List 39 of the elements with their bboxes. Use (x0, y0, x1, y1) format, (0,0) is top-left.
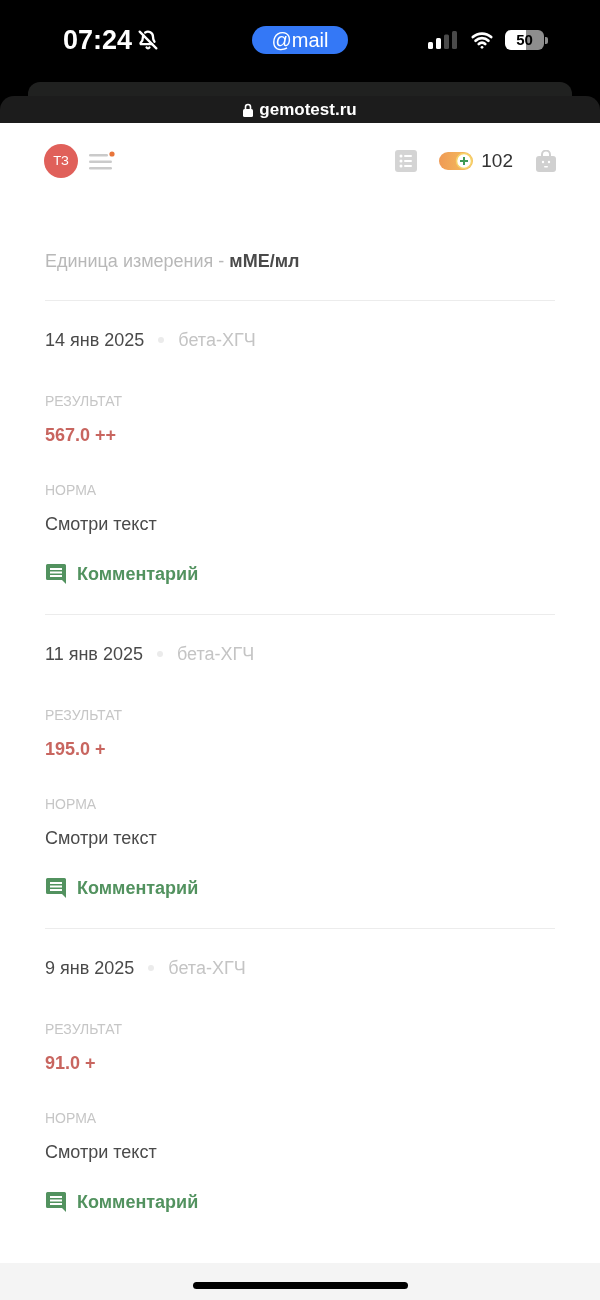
norm-value: Смотри текст (45, 513, 157, 536)
menu-icon[interactable] (89, 151, 115, 171)
chat-bubble-icon (45, 877, 67, 899)
user-avatar[interactable]: ТЗ (44, 144, 78, 178)
comment-link[interactable]: Комментарий (45, 1190, 199, 1214)
status-time: 07:24 (63, 26, 133, 54)
domain-text: gemotest.ru (259, 101, 357, 119)
chat-bubble-icon (45, 1191, 67, 1213)
result-date: 9 янв 2025 (45, 957, 135, 980)
test-name: бета-ХГЧ (178, 329, 256, 352)
bonus-toggle-icon (439, 152, 474, 170)
list-icon[interactable] (395, 150, 418, 172)
app-pill[interactable]: @mail (252, 26, 348, 54)
address-bar[interactable]: gemotest.ru (0, 96, 600, 123)
norm-value: Смотри текст (45, 1141, 157, 1164)
bonus-points: 102 (481, 149, 513, 173)
norm-label: НОРМА (45, 481, 97, 499)
unit-of-measure: Единица измерения - мМЕ/мл (45, 250, 300, 273)
result-value: 567.0 ++ (45, 424, 117, 447)
chat-bubble-icon (45, 563, 67, 585)
result-value: 91.0 + (45, 1052, 96, 1075)
result-date: 14 янв 2025 (45, 329, 145, 352)
wifi-icon (469, 29, 495, 51)
test-name: бета-ХГЧ (177, 643, 255, 666)
bonus-counter[interactable]: 102 (439, 149, 513, 173)
result-label: РЕЗУЛЬТАТ (45, 1020, 122, 1038)
result-label: РЕЗУЛЬТАТ (45, 706, 122, 724)
norm-value: Смотри текст (45, 827, 157, 850)
shopping-bag-icon[interactable] (536, 150, 556, 172)
norm-label: НОРМА (45, 1109, 97, 1127)
result-date: 11 янв 2025 (45, 643, 143, 666)
signal-icon (428, 31, 459, 49)
comment-link[interactable]: Комментарий (45, 876, 199, 900)
battery-level: 50 (505, 30, 544, 50)
test-name: бета-ХГЧ (168, 957, 246, 980)
result-label: РЕЗУЛЬТАТ (45, 392, 122, 410)
comment-link[interactable]: Комментарий (45, 562, 199, 586)
result-value: 195.0 + (45, 738, 106, 761)
norm-label: НОРМА (45, 795, 97, 813)
